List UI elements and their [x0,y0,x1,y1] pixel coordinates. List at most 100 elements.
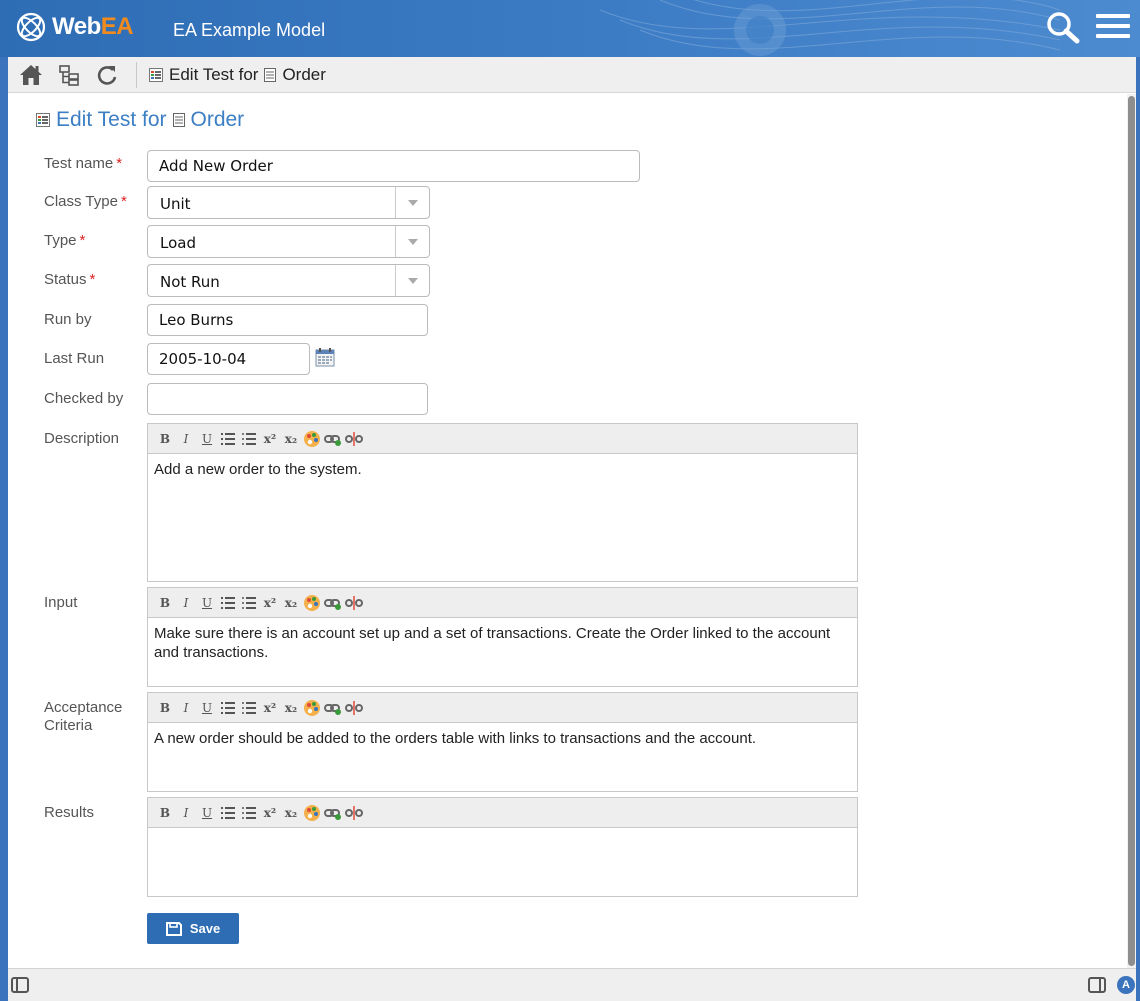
refresh-icon [97,65,117,85]
underline-button[interactable]: U [198,804,216,822]
home-button[interactable] [16,60,46,90]
logo-text: WebEA [52,13,134,40]
italic-button[interactable]: I [177,804,195,822]
results-text[interactable] [148,828,857,840]
color-palette-icon[interactable] [303,804,321,822]
link-icon[interactable] [324,699,342,717]
class-element-icon [264,67,277,82]
test-name-input[interactable] [147,150,640,182]
breadcrumb: Edit Test for Order [149,65,326,85]
italic-button[interactable]: I [177,430,195,448]
status-bar: A [8,968,1136,1001]
underline-button[interactable]: U [198,430,216,448]
last-run-date-input[interactable] [147,343,310,375]
results-label: Results [44,804,95,821]
unlink-icon[interactable] [345,699,363,717]
description-editor[interactable]: B I U x² x₂ Add a new order to the syste… [147,423,858,582]
numbered-list-icon[interactable] [219,594,237,612]
vertical-scrollbar[interactable] [1127,94,1136,968]
superscript-button[interactable]: x² [261,594,279,612]
bullet-list-icon[interactable] [240,430,258,448]
left-frame-border [0,57,8,1001]
last-run-label: Last Run [44,350,105,367]
calendar-icon[interactable] [315,347,335,367]
italic-button[interactable]: I [177,594,195,612]
breadcrumb-prefix: Edit Test for [169,64,259,84]
acceptance-criteria-editor[interactable]: B I U x² x₂ A new order should be added … [147,692,858,792]
status-label: Status * [44,271,96,288]
save-icon [165,921,182,936]
link-icon[interactable] [324,804,342,822]
color-palette-icon[interactable] [303,430,321,448]
unlink-icon[interactable] [345,804,363,822]
description-text[interactable]: Add a new order to the system. [148,454,857,485]
bullet-list-icon[interactable] [240,594,258,612]
color-palette-icon[interactable] [303,594,321,612]
underline-button[interactable]: U [198,699,216,717]
bold-button[interactable]: B [156,430,174,448]
bold-button[interactable]: B [156,699,174,717]
status-select[interactable]: Not Run [147,264,430,297]
breadcrumb-element[interactable]: Order [282,65,325,85]
numbered-list-icon[interactable] [219,430,237,448]
header-swirl-decoration [600,0,1060,56]
results-editor[interactable]: B I U x² x₂ [147,797,858,897]
navigation-toolbar: Edit Test for Order [8,57,1140,93]
test-icon [36,113,50,127]
acceptance-criteria-text[interactable]: A new order should be added to the order… [148,723,857,754]
bold-button[interactable]: B [156,594,174,612]
save-button[interactable]: Save [147,913,239,944]
unlink-icon[interactable] [345,430,363,448]
class-element-icon [172,113,185,127]
rich-text-toolbar: B I U x² x₂ [148,798,857,828]
class-type-label: Class Type * [44,193,127,210]
superscript-button[interactable]: x² [261,430,279,448]
class-type-select[interactable]: Unit [147,186,430,219]
chevron-down-icon[interactable] [395,265,429,296]
checked-by-label: Checked by [44,390,124,407]
unlink-icon[interactable] [345,594,363,612]
underline-button[interactable]: U [198,594,216,612]
bullet-list-icon[interactable] [240,699,258,717]
subscript-button[interactable]: x₂ [282,804,300,822]
page-title: Edit Test for Order [36,108,244,132]
chevron-down-icon[interactable] [395,226,429,257]
app-header: WebEA EA Example Model [0,0,1140,57]
right-frame-border [1136,57,1140,1001]
bullet-list-icon[interactable] [240,804,258,822]
home-icon [20,64,42,85]
toolbar-separator [136,61,137,88]
superscript-button[interactable]: x² [261,699,279,717]
subscript-button[interactable]: x₂ [282,430,300,448]
browser-tree-button[interactable] [54,60,84,90]
italic-button[interactable]: I [177,699,195,717]
numbered-list-icon[interactable] [219,699,237,717]
search-icon[interactable] [1043,10,1083,46]
color-palette-icon[interactable] [303,699,321,717]
acceptance-criteria-label: Acceptance Criteria [44,699,123,734]
toggle-right-panel-icon[interactable] [1088,977,1106,993]
superscript-button[interactable]: x² [261,804,279,822]
page-title-element: Order [190,108,245,131]
bold-button[interactable]: B [156,804,174,822]
user-status-icon[interactable]: A [1117,976,1135,994]
refresh-button[interactable] [92,60,122,90]
link-icon[interactable] [324,594,342,612]
link-icon[interactable] [324,430,342,448]
input-label: Input [44,594,78,611]
chevron-down-icon[interactable] [395,187,429,218]
webea-logo[interactable]: WebEA [16,10,134,44]
run-by-label: Run by [44,311,92,328]
run-by-input[interactable] [147,304,428,336]
numbered-list-icon[interactable] [219,804,237,822]
checked-by-input[interactable] [147,383,428,415]
toggle-left-panel-icon[interactable] [11,977,29,993]
input-text[interactable]: Make sure there is an account set up and… [148,618,857,668]
subscript-button[interactable]: x₂ [282,699,300,717]
type-select[interactable]: Load [147,225,430,258]
input-editor[interactable]: B I U x² x₂ Make sure there is an accoun… [147,587,858,687]
hamburger-menu-icon[interactable] [1096,14,1130,44]
status-value: Not Run [160,273,220,291]
scrollbar-thumb[interactable] [1128,96,1135,966]
subscript-button[interactable]: x₂ [282,594,300,612]
